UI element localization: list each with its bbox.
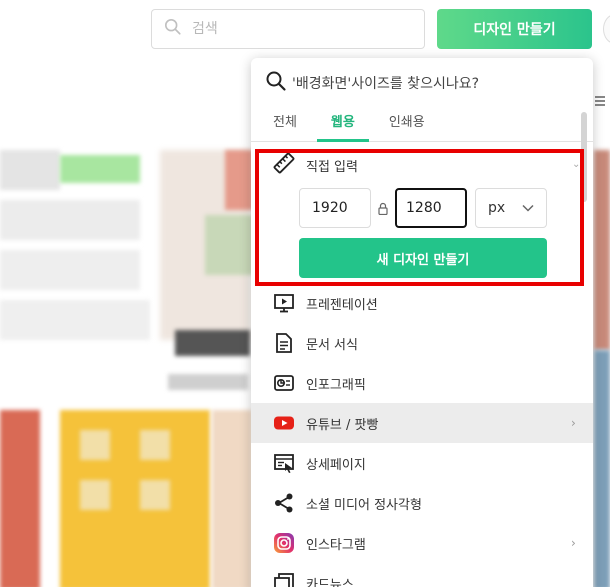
list-item-card-news[interactable]: 카드뉴스 — [251, 563, 593, 587]
size-inputs: px — [263, 188, 581, 228]
detail-page-icon — [273, 452, 295, 474]
search-input[interactable] — [192, 21, 412, 37]
search-dropdown: '배경화면'사이즈를 찾으시나요? 전체 웹용 인쇄용 직접 입력 ⌄ 1920… — [251, 58, 593, 587]
size-category-list: 프레젠테이션 문서 서식 인포그래픽 유튜브 / 팟빵 › 상세페이지 소셜 미… — [251, 283, 593, 587]
chevron-down-icon[interactable]: ⌄ — [572, 159, 580, 170]
list-item-label: 문서 서식 — [306, 337, 358, 353]
list-item-label: 소셜 미디어 정사각형 — [306, 497, 422, 513]
ruler-icon — [273, 152, 306, 178]
category-tabs: 전체 웹용 인쇄용 — [251, 108, 593, 142]
make-design-button[interactable]: 디자인 만들기 — [437, 9, 592, 49]
unit-select[interactable]: px — [475, 188, 547, 228]
lock-icon[interactable] — [371, 202, 395, 215]
create-new-design-button[interactable]: 새 디자인 만들기 — [299, 238, 547, 278]
tab-web[interactable]: 웹용 — [316, 108, 369, 142]
width-input[interactable] — [299, 188, 371, 228]
search-icon — [164, 18, 182, 40]
list-item-label: 유튜브 / 팟빵 — [306, 417, 379, 433]
list-item-infographic[interactable]: 인포그래픽 — [251, 363, 593, 403]
menu-icon[interactable] — [595, 96, 605, 106]
presentation-icon — [273, 292, 295, 314]
list-item-document[interactable]: 문서 서식 — [251, 323, 593, 363]
chevron-right-icon: › — [571, 416, 576, 430]
list-item-label: 인스타그램 — [306, 537, 366, 553]
list-item-presentation[interactable]: 프레젠테이션 — [251, 283, 593, 323]
search-icon — [265, 70, 292, 96]
chevron-down-icon — [522, 200, 534, 216]
list-item-social-square[interactable]: 소셜 미디어 정사각형 — [251, 483, 593, 523]
custom-size-panel: 직접 입력 ⌄ px 새 디자인 만들기 — [251, 142, 593, 283]
document-icon — [273, 332, 295, 354]
size-suggestion-text: '배경화면'사이즈를 찾으시나요? — [292, 76, 480, 92]
card-news-icon — [273, 572, 295, 587]
list-item-youtube[interactable]: 유튜브 / 팟빵 › — [251, 403, 593, 443]
list-item-instagram[interactable]: 인스타그램 › — [251, 523, 593, 563]
unit-value: px — [488, 200, 506, 216]
list-item-label: 인포그래픽 — [306, 377, 366, 393]
list-item-label: 상세페이지 — [306, 457, 366, 473]
custom-size-header[interactable]: 직접 입력 — [263, 142, 581, 188]
infographic-icon — [273, 372, 295, 394]
height-input[interactable] — [395, 188, 467, 228]
size-suggestion-header: '배경화면'사이즈를 찾으시나요? — [251, 58, 593, 108]
list-item-label: 프레젠테이션 — [306, 297, 378, 313]
youtube-icon — [273, 412, 295, 434]
list-item-detail-page[interactable]: 상세페이지 — [251, 443, 593, 483]
list-item-label: 카드뉴스 — [306, 577, 354, 587]
custom-size-label: 직접 입력 — [306, 159, 358, 175]
share-icon — [273, 492, 295, 514]
tab-print[interactable]: 인쇄용 — [379, 108, 435, 141]
tab-all[interactable]: 전체 — [263, 108, 307, 141]
chevron-right-icon: › — [571, 536, 576, 550]
instagram-icon — [273, 532, 295, 554]
search-bar[interactable] — [151, 9, 425, 49]
